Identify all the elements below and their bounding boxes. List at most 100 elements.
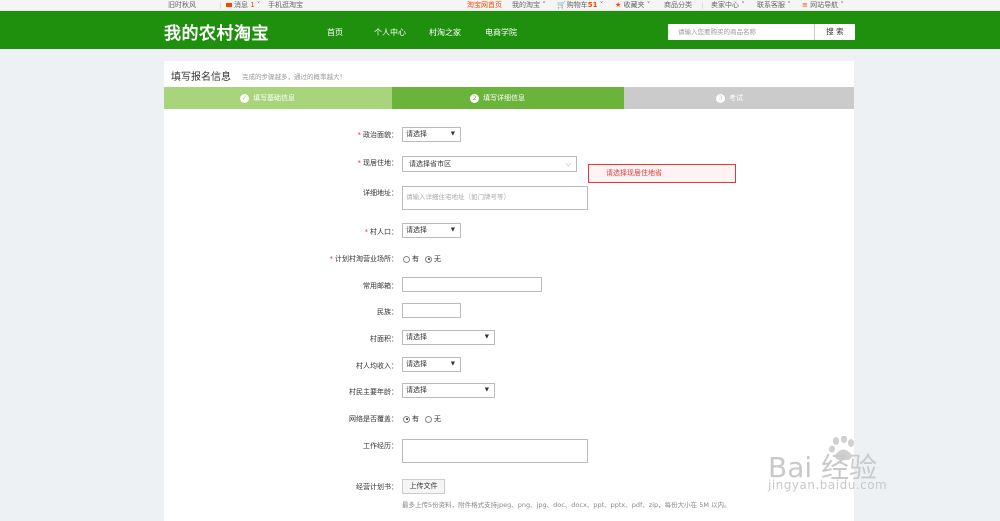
experience-label: 工作经历： bbox=[363, 442, 398, 450]
required-mark: * bbox=[329, 255, 334, 263]
plan-shop-label: * 计划村淘营业场所： bbox=[278, 254, 399, 264]
political-select[interactable]: 请选择 ▼ bbox=[402, 127, 461, 142]
radio-yes-label: 有 bbox=[412, 415, 419, 423]
ethnicity-field[interactable] bbox=[402, 303, 461, 318]
cart-icon: 🛒 bbox=[557, 1, 566, 9]
envelope-icon bbox=[226, 3, 232, 7]
step-label: 填写基础信息 bbox=[253, 94, 295, 102]
population-select[interactable]: 请选择 ▼ bbox=[402, 223, 461, 238]
area-select[interactable]: 请选择 ▼ bbox=[402, 330, 495, 345]
address-textarea[interactable]: 请输入详细住宅地址（如门牌号等） bbox=[402, 186, 588, 210]
caret-down-icon: ▼ bbox=[484, 387, 489, 393]
required-mark: * bbox=[357, 159, 362, 167]
nav-ecommerce-academy[interactable]: 电商学院 bbox=[485, 27, 517, 38]
check-icon: ✓ bbox=[240, 93, 249, 103]
step-detail-info: 2 填写详细信息 bbox=[392, 87, 624, 109]
income-label: 村人均收入： bbox=[356, 362, 398, 370]
contact-link[interactable]: 联系客服 ˅ bbox=[757, 0, 791, 10]
residence-label: * 现居住地： bbox=[278, 158, 399, 168]
age-label: 村民主要年龄： bbox=[349, 388, 398, 396]
income-value: 请选择 bbox=[406, 360, 427, 368]
population-label-text: 村人口： bbox=[370, 228, 398, 236]
political-value: 请选择 bbox=[406, 130, 427, 138]
step-exam: 3 考试 bbox=[624, 87, 854, 109]
political-label-text: 政治面貌： bbox=[363, 131, 398, 139]
cart-link[interactable]: 🛒购物车51 ˅ bbox=[557, 0, 603, 10]
site-header: 我的农村淘宝 首页 个人中心 村淘之家 电商学院 请输入您要购买的商品名称 搜 … bbox=[0, 11, 1000, 49]
radio-circle bbox=[425, 415, 432, 423]
residence-value: 请选择省市区 bbox=[409, 160, 451, 168]
caret-down-icon: ▼ bbox=[450, 131, 455, 137]
radio-no-label: 无 bbox=[434, 255, 441, 263]
nav-village-home[interactable]: 村淘之家 bbox=[429, 27, 461, 38]
taobao-home-link[interactable]: 淘宝网首页 bbox=[467, 0, 502, 10]
upload-hint: 最多上传5份资料，附件格式支持jpeg、png、jpg、doc、docx、ppt… bbox=[402, 501, 731, 509]
contact-label: 联系客服 bbox=[757, 1, 785, 9]
area-value: 请选择 bbox=[406, 333, 427, 341]
radio-circle bbox=[425, 255, 432, 263]
email-field[interactable] bbox=[402, 277, 542, 292]
baidu-jingyan-watermark: Bai 经验 jingyan.baidu.com bbox=[768, 436, 958, 496]
step-label: 考试 bbox=[729, 94, 743, 102]
email-label: 常用邮箱： bbox=[363, 282, 398, 290]
step-number: 2 bbox=[470, 93, 479, 103]
divider bbox=[220, 2, 221, 9]
plan-shop-label-text: 计划村淘营业场所： bbox=[335, 255, 398, 263]
search-button[interactable]: 搜 索 bbox=[814, 24, 855, 40]
address-label: 详细地址： bbox=[363, 189, 398, 197]
site-logo[interactable]: 我的农村淘宝 bbox=[164, 19, 269, 44]
residence-label-text: 现居住地： bbox=[363, 159, 398, 167]
my-taobao-link[interactable]: 我的淘宝 ˅ bbox=[512, 0, 546, 10]
plan-label: 经营计划书： bbox=[356, 483, 398, 491]
age-select[interactable]: 请选择 ▼ bbox=[402, 383, 495, 398]
network-label: 网络是否覆盖： bbox=[349, 415, 398, 423]
error-tooltip: 请选择现居住地省 bbox=[588, 164, 736, 183]
site-nav-label: 网站导航 bbox=[810, 1, 839, 9]
mobile-link[interactable]: 手机逛淘宝 bbox=[268, 0, 303, 10]
step-arrow bbox=[380, 87, 392, 109]
page-subtitle: 完成的步骤越多，通过的概率越大！ bbox=[242, 73, 346, 81]
caret-down-icon: ▼ bbox=[450, 227, 455, 233]
radio-no-label: 无 bbox=[434, 415, 441, 423]
residence-select[interactable]: 请选择省市区 ⌵ bbox=[402, 156, 577, 172]
caret-down-icon: ▼ bbox=[450, 361, 455, 367]
radio-circle bbox=[403, 415, 410, 423]
my-taobao-label: 我的淘宝 bbox=[512, 1, 540, 9]
radio-circle bbox=[403, 255, 410, 263]
step-arrow bbox=[612, 87, 624, 109]
seller-center-link[interactable]: 卖家中心 ˅ bbox=[711, 0, 745, 10]
radio-yes-label: 有 bbox=[412, 255, 419, 263]
nav-home[interactable]: 首页 bbox=[327, 27, 343, 38]
caret-down-icon: ▼ bbox=[484, 334, 489, 340]
messages-label: 消息 bbox=[234, 1, 248, 9]
step-number: 3 bbox=[716, 93, 725, 103]
messages-count: 1 bbox=[250, 1, 255, 9]
cart-count: 51 bbox=[587, 1, 598, 9]
nav-personal-center[interactable]: 个人中心 bbox=[374, 27, 406, 38]
plan-shop-radio-yes[interactable]: 有 bbox=[403, 254, 419, 264]
site-nav-link[interactable]: ≡ 网站导航 ˅ bbox=[802, 0, 844, 10]
top-utility-bar: 旧时秋风 消息 1 ˅ 手机逛淘宝 淘宝网首页 我的淘宝 ˅ 🛒购物车51 ˅ … bbox=[0, 0, 1000, 11]
seller-center-label: 卖家中心 bbox=[711, 1, 739, 9]
step-basic-info: ✓ 填写基础信息 bbox=[164, 87, 392, 109]
required-mark: * bbox=[357, 131, 362, 139]
upload-file-button[interactable]: 上传文件 bbox=[402, 479, 445, 494]
favorites-link[interactable]: ★ 收藏夹 ˅ bbox=[615, 0, 650, 10]
watermark-url: jingyan.baidu.com bbox=[768, 478, 888, 492]
plan-shop-radio-no[interactable]: 无 bbox=[425, 254, 441, 264]
network-radio-yes[interactable]: 有 bbox=[403, 414, 419, 424]
page-title: 填写报名信息 bbox=[171, 72, 231, 83]
experience-textarea[interactable] bbox=[402, 439, 588, 463]
messages-link[interactable]: 消息 1 ˅ bbox=[226, 0, 260, 10]
search-input[interactable]: 请输入您要购买的商品名称 bbox=[668, 24, 814, 40]
income-select[interactable]: 请选择 ▼ bbox=[402, 357, 461, 372]
menu-icon: ≡ bbox=[802, 1, 808, 9]
chevron-down-icon: ⌵ bbox=[565, 160, 571, 168]
ethnicity-label: 民族： bbox=[377, 308, 398, 316]
username-link[interactable]: 旧时秋风 bbox=[168, 0, 196, 10]
categories-link[interactable]: 商品分类 bbox=[664, 0, 692, 10]
population-value: 请选择 bbox=[406, 226, 427, 234]
required-mark: * bbox=[364, 228, 369, 236]
step-label: 填写详细信息 bbox=[483, 94, 525, 102]
network-radio-no[interactable]: 无 bbox=[425, 414, 441, 424]
